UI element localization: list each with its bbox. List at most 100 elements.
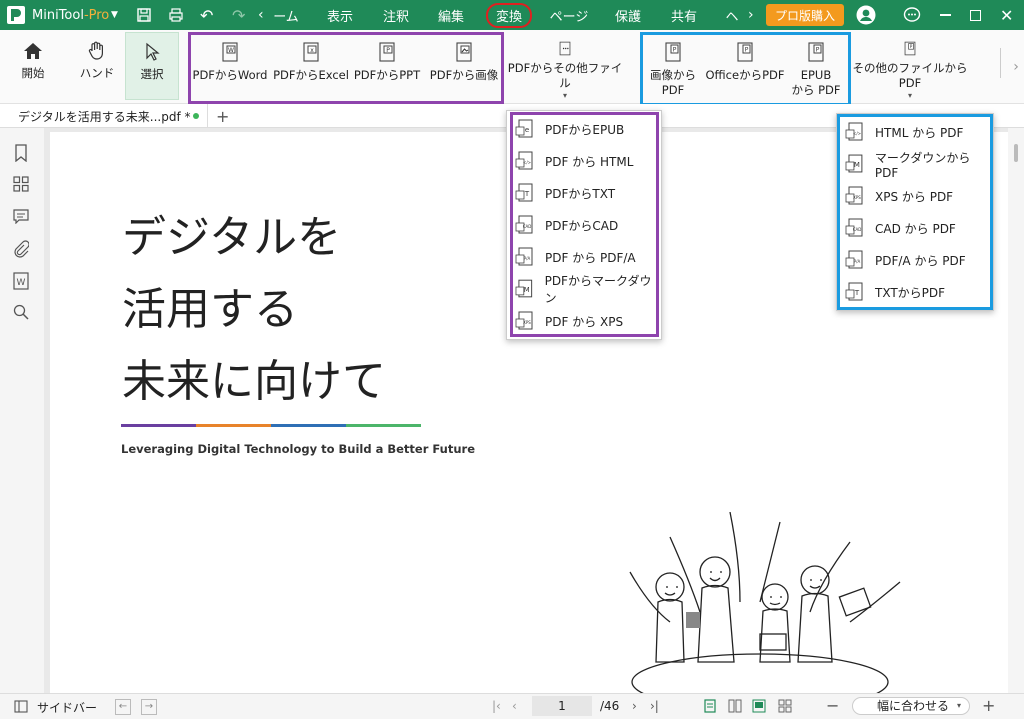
select-button[interactable]: 選択 — [125, 32, 179, 100]
other-to-pdf-menu-item[interactable]: CAD CAD から PDF — [845, 212, 956, 244]
pdf-to-other-menu-item[interactable]: </> PDF から HTML — [515, 145, 633, 177]
menu-page[interactable]: ページ — [548, 0, 590, 30]
cad-file-icon: CAD — [845, 218, 863, 237]
menu-view[interactable]: 表示 — [322, 0, 358, 30]
txt-file-icon: T — [515, 183, 533, 202]
epub-to-pdf-label-1: EPUB — [800, 68, 832, 82]
other-to-pdf-menu-item[interactable]: T TXTからPDF — [845, 276, 945, 308]
ribbon-scroll-right-icon[interactable]: › — [1008, 30, 1024, 104]
chevron-down-icon: ▾ — [956, 701, 961, 710]
next-page-icon[interactable]: › — [632, 699, 637, 713]
other-to-pdf-menu-item[interactable]: M マークダウンからPDF — [845, 148, 993, 180]
other-file-icon — [559, 41, 571, 56]
close-icon[interactable]: ✕ — [1000, 0, 1013, 30]
menu-help[interactable]: ヘ — [720, 0, 744, 30]
menu-scroll-right-icon[interactable]: › — [748, 0, 754, 30]
pdf-to-ppt-button[interactable]: P PDFからPPT — [352, 36, 422, 100]
pdf-to-other-menu-item-label: PDFからTXT — [545, 186, 616, 201]
pdfa-file-icon: P/A — [515, 247, 533, 266]
minimize-icon[interactable] — [938, 0, 952, 30]
scroll-view-icon[interactable] — [752, 699, 766, 716]
scrollbar-thumb[interactable] — [1014, 144, 1018, 162]
other-to-pdf-menu-item-label: CAD から PDF — [875, 221, 956, 236]
home-button[interactable]: 開始 — [8, 36, 58, 100]
svg-text:P: P — [816, 47, 820, 54]
xps-file-icon: XPS — [515, 311, 533, 330]
page-total: /46 — [600, 699, 620, 713]
other-to-pdf-button[interactable]: P その他のファイルからPDF ▾ — [846, 36, 974, 100]
pdf-to-other-menu-item[interactable]: T PDFからTXT — [515, 177, 615, 209]
pdf-to-excel-button[interactable]: x PDFからExcel — [272, 36, 350, 100]
svg-text:P/A: P/A — [524, 256, 531, 261]
undo-icon[interactable]: ↶ — [200, 0, 213, 30]
pdf-to-excel-label: PDFからExcel — [273, 68, 349, 82]
sidebar-label[interactable]: サイドバー — [37, 699, 97, 716]
new-tab-icon[interactable]: + — [216, 104, 229, 128]
first-page-icon[interactable]: |‹ — [492, 699, 501, 713]
pdfa-file-icon: P/A — [845, 250, 863, 269]
other-to-pdf-menu-item[interactable]: XPS XPS から PDF — [845, 180, 953, 212]
save-icon[interactable] — [136, 0, 152, 30]
menu-scroll-left-icon[interactable]: ‹ — [258, 0, 264, 30]
attachment-icon[interactable] — [13, 240, 30, 261]
pdf-to-other-button[interactable]: PDFからその他ファイル ▾ — [506, 36, 624, 100]
feedback-icon[interactable] — [903, 0, 921, 30]
cursor-icon — [146, 42, 160, 61]
office-to-pdf-button[interactable]: P OfficeからPDF — [704, 36, 786, 100]
zoom-out-icon[interactable]: − — [826, 696, 839, 715]
menu-protect[interactable]: 保護 — [610, 0, 646, 30]
hand-button[interactable]: ハンド — [72, 36, 122, 100]
bookmark-icon[interactable] — [13, 144, 29, 165]
epub-file-icon: e — [515, 119, 533, 138]
comment-icon[interactable] — [13, 208, 29, 227]
menu-edit[interactable]: 編集 — [433, 0, 469, 30]
menu-convert[interactable]: 変換 — [484, 0, 534, 30]
account-icon[interactable] — [856, 0, 876, 30]
document-tab[interactable]: デジタルを活用する未来...pdf * — [10, 104, 208, 128]
grid-view-icon[interactable] — [778, 699, 792, 716]
pdf-to-other-menu-item[interactable]: P/A PDF から PDF/A — [515, 241, 636, 273]
zoom-select[interactable]: 幅に合わせる ▾ — [852, 697, 970, 715]
app-menu-dropdown-icon[interactable]: ▼ — [111, 0, 118, 30]
single-page-view-icon[interactable] — [704, 699, 716, 716]
word-icon[interactable]: W — [13, 272, 29, 293]
vertical-scrollbar[interactable] — [1008, 128, 1024, 693]
menu-share[interactable]: 共有 — [666, 0, 702, 30]
thumbnails-icon[interactable] — [13, 176, 29, 195]
print-icon[interactable] — [168, 0, 184, 30]
pdf-to-word-button[interactable]: W PDFからWord — [192, 36, 268, 100]
search-icon[interactable] — [13, 304, 29, 323]
svg-text:T: T — [524, 190, 530, 198]
zoom-in-icon[interactable]: + — [982, 696, 995, 715]
office-to-pdf-label: OfficeからPDF — [705, 68, 785, 82]
sidebar-toggle-icon[interactable] — [14, 700, 28, 716]
epub-to-pdf-button[interactable]: P EPUB から PDF — [788, 36, 844, 100]
app-name: MiniTool -Pro — [32, 7, 110, 23]
image-to-pdf-button[interactable]: P 画像から PDF — [645, 36, 701, 100]
prev-page-icon[interactable]: ‹ — [512, 699, 517, 713]
pdf-to-image-button[interactable]: PDFから画像 — [426, 36, 502, 100]
other-to-pdf-label: その他のファイルからPDF — [852, 61, 968, 90]
svg-text:XPS: XPS — [523, 320, 531, 325]
pdf-to-other-menu-item[interactable]: CAD PDFからCAD — [515, 209, 618, 241]
pdf-to-other-menu-item[interactable]: M PDFからマークダウン — [515, 273, 661, 305]
pdf-to-other-menu-item[interactable]: XPS PDF から XPS — [515, 305, 623, 337]
page-number-input[interactable]: 1 — [532, 696, 592, 716]
forward-icon[interactable]: → — [141, 699, 157, 715]
buy-pro-button[interactable]: プロ版購入 — [766, 4, 845, 26]
menu-annotate[interactable]: 注釈 — [378, 0, 414, 30]
two-page-view-icon[interactable] — [728, 699, 742, 716]
back-icon[interactable]: ← — [115, 699, 131, 715]
svg-text:W: W — [228, 47, 234, 54]
svg-text:M: M — [524, 286, 530, 294]
last-page-icon[interactable]: ›| — [650, 699, 659, 713]
svg-text:P: P — [745, 47, 749, 54]
menu-home[interactable]: ーム — [268, 0, 304, 30]
other-to-pdf-menu-item[interactable]: </> HTML から PDF — [845, 116, 963, 148]
pdf-to-other-menu-item[interactable]: e PDFからEPUB — [515, 113, 624, 145]
image-to-pdf-label-1: 画像から — [650, 68, 696, 82]
svg-text:</>: </> — [523, 160, 531, 165]
other-to-pdf-menu-item[interactable]: P/A PDF/A から PDF — [845, 244, 966, 276]
redo-icon[interactable]: ↷ — [232, 0, 245, 30]
maximize-icon[interactable] — [970, 0, 981, 30]
